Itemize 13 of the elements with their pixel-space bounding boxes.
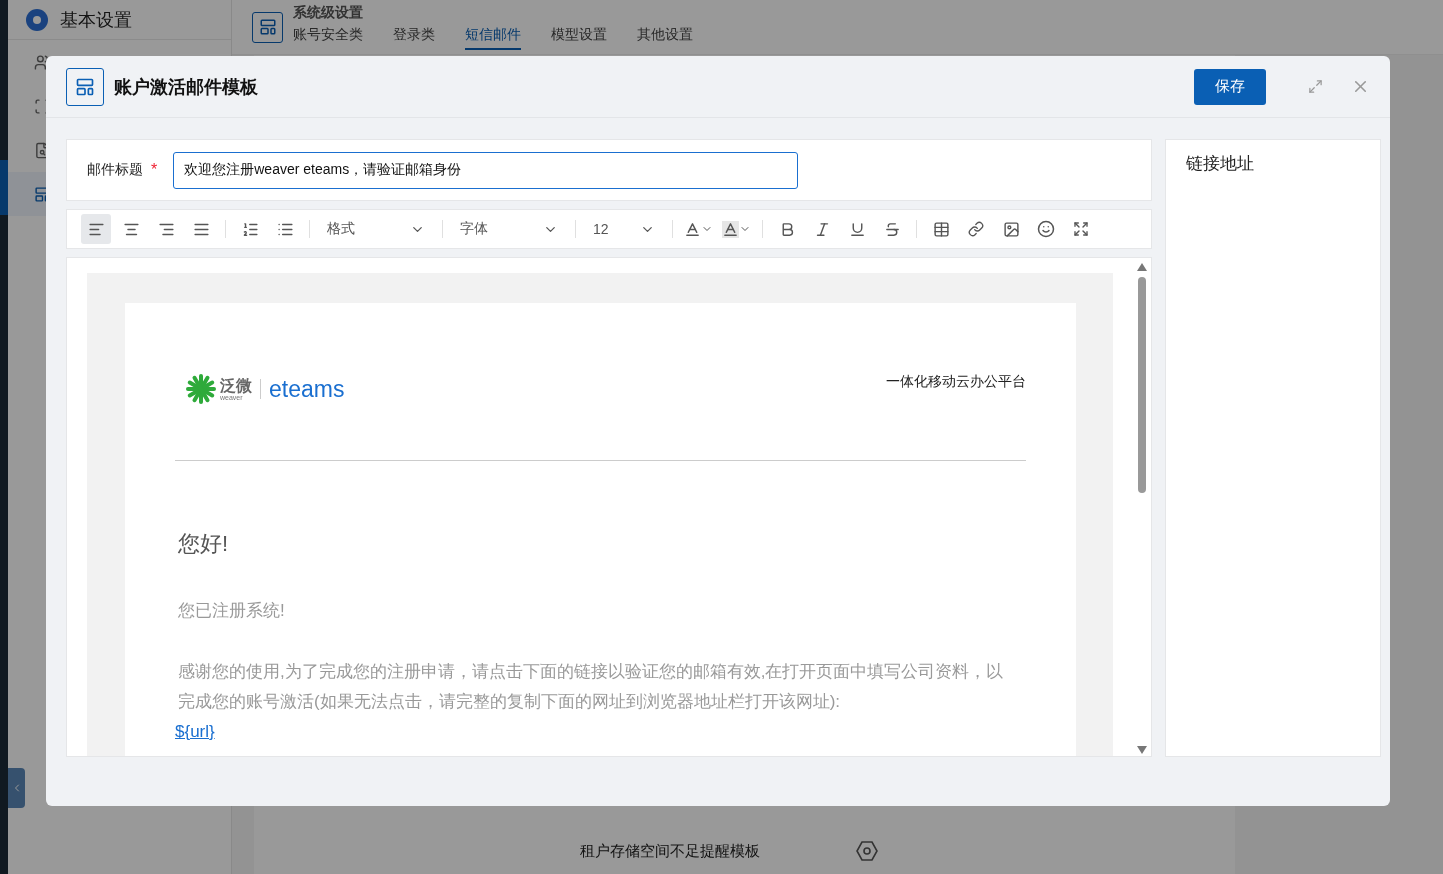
sidebar-title: 基本设置: [60, 8, 132, 32]
tagline: 一体化移动云办公平台: [886, 373, 1026, 391]
field-label: 邮件标题: [87, 161, 143, 179]
panel-title: 链接地址: [1186, 153, 1255, 175]
notice-text: 您已注册系统!: [178, 600, 286, 622]
page-title: 系统级设置: [293, 4, 364, 22]
greeting: 您好!: [178, 530, 230, 558]
template-name: 租户存储空间不足提醒模板: [580, 841, 760, 861]
logo-text: eteams: [269, 375, 345, 403]
logo-text: 泛微: [220, 377, 252, 394]
required-mark: *: [151, 161, 158, 179]
body-text: 感谢您的使用,为了完成您的注册申请，请点击下面的链接以验证您的邮箱有效,在打开页面中填写公司资料，以完成您的账号激活(如果无法点击，请完整的复制下面的网址到浏览器地址栏打开该网址):: [178, 661, 1005, 713]
dialog-title: 账户激活邮件模板: [114, 75, 259, 99]
